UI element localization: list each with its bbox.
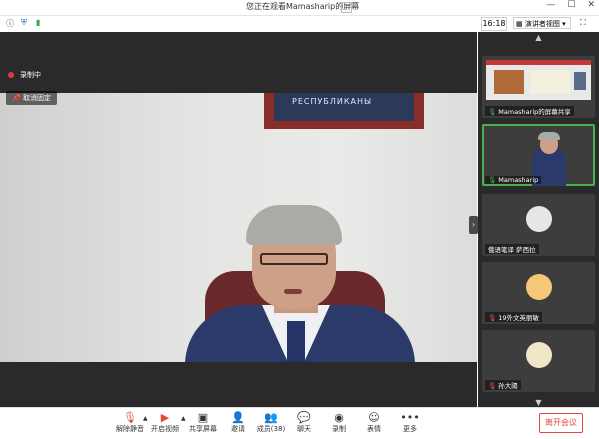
frame-text: РЕСПУБЛИКАНЫ: [292, 97, 373, 106]
grid-icon: ▦: [516, 20, 525, 28]
participant-sidebar: ▲ 🎙 Mamasharip的屏幕共享 🎙 Mamasharip 俄语笔译 萨西拉 …: [478, 32, 599, 407]
reactions-button[interactable]: ☺ 表情: [364, 411, 384, 434]
tile-name: 孙大陽: [498, 382, 518, 390]
view-mode-button[interactable]: ▦ 演讲者视图 ▾: [513, 17, 571, 29]
avatar: [526, 274, 552, 300]
shared-screen-thumbnail: [486, 60, 591, 100]
main-video-panel: РЕСПУБЛИКАНЫ 录制中 📌 取消固定 ☰: [0, 32, 477, 407]
smiley-icon: ☺: [368, 411, 380, 424]
avatar: [526, 206, 552, 232]
record-icon: ◉: [334, 411, 344, 424]
tile-name: 19外文英丽敏: [498, 314, 540, 322]
info-icon[interactable]: ⓘ: [6, 18, 14, 29]
tile-screen-share[interactable]: 🎙 Mamasharip的屏幕共享: [482, 56, 595, 118]
share-screen-button[interactable]: ▣ 共享屏幕: [188, 411, 218, 434]
video-options-caret-icon[interactable]: ▲: [181, 415, 186, 422]
add-user-icon: 👤: [231, 411, 245, 424]
people-icon: 👥: [264, 411, 278, 424]
avatar: [526, 342, 552, 368]
video-off-icon: ▶: [160, 411, 170, 424]
tile-participant-5[interactable]: 🎙 孙大陽: [482, 330, 595, 392]
chat-button[interactable]: 💬 聊天: [294, 411, 314, 434]
unpin-button[interactable]: 📌 取消固定: [6, 91, 57, 105]
title-bar: 您正在观看Mamasharip的屏幕 — ☐ ✕: [0, 0, 599, 16]
participants-button[interactable]: 👥 成员(38): [256, 411, 286, 434]
speaker-video: РЕСПУБЛИКАНЫ: [0, 93, 477, 362]
more-icon: •••: [400, 411, 420, 424]
recording-label: 录制中: [20, 71, 41, 79]
start-video-button[interactable]: ▶ 开启视频: [150, 411, 180, 434]
tile-name: Mamasharip的屏幕共享: [498, 108, 571, 116]
mic-off-icon: 🎙: [123, 411, 137, 424]
tile-participant-4[interactable]: 🎙 19外文英丽敏: [482, 262, 595, 324]
close-icon[interactable]: ✕: [587, 0, 595, 10]
tie: [287, 321, 305, 362]
fullscreen-icon[interactable]: ⛶: [580, 18, 590, 28]
signal-icon[interactable]: ▮: [36, 18, 40, 27]
tile-mamasharip[interactable]: 🎙 Mamasharip: [482, 124, 595, 186]
minimize-icon[interactable]: —: [546, 0, 555, 10]
scroll-down-icon[interactable]: ▼: [478, 398, 599, 407]
mic-off-icon: 🎙: [488, 314, 497, 322]
view-mode-label: 演讲者视图: [524, 20, 560, 28]
window-controls: — ☐ ✕: [546, 0, 595, 10]
more-button[interactable]: ••• 更多: [400, 411, 420, 434]
unpin-label: 取消固定: [22, 94, 51, 102]
meeting-toolbar: 🎙 解除静音 ▲ ▶ 开启视频 ▲ ▣ 共享屏幕 👤 邀请 👥 成员(38) 💬 聊天 ◉ 录…: [0, 407, 599, 439]
collapse-sidebar-button[interactable]: ›: [469, 216, 478, 234]
tile-name: 俄语笔译 萨西拉: [488, 246, 536, 254]
mic-off-icon: 🎙: [488, 382, 497, 390]
info-bar: ⓘ ⛨ ▮: [0, 16, 599, 32]
tile-participant-3[interactable]: 俄语笔译 萨西拉: [482, 194, 595, 256]
wall-frame: РЕСПУБЛИКАНЫ: [264, 93, 424, 129]
shield-icon[interactable]: ⛨: [21, 18, 27, 28]
screen-options-icon[interactable]: [341, 2, 352, 13]
share-screen-icon: ▣: [197, 411, 209, 424]
scroll-up-icon[interactable]: ▲: [478, 33, 599, 42]
leave-meeting-button[interactable]: 离开会议: [539, 413, 583, 433]
mute-options-caret-icon[interactable]: ▲: [143, 415, 148, 422]
mic-icon: 🎙: [488, 176, 497, 184]
pin-icon: 📌: [12, 94, 23, 102]
mic-icon: 🎙: [488, 108, 497, 116]
chat-icon: 💬: [297, 411, 311, 424]
record-dot-icon: [8, 72, 14, 78]
glasses: [260, 253, 328, 265]
invite-button[interactable]: 👤 邀请: [228, 411, 248, 434]
unmute-button[interactable]: 🎙 解除静音: [114, 411, 146, 434]
record-button[interactable]: ◉ 录制: [328, 411, 350, 434]
recording-indicator: 录制中: [8, 70, 41, 80]
maximize-icon[interactable]: ☐: [567, 0, 575, 10]
meeting-timer: 16:18: [481, 17, 507, 31]
tile-name: Mamasharip: [498, 176, 539, 184]
